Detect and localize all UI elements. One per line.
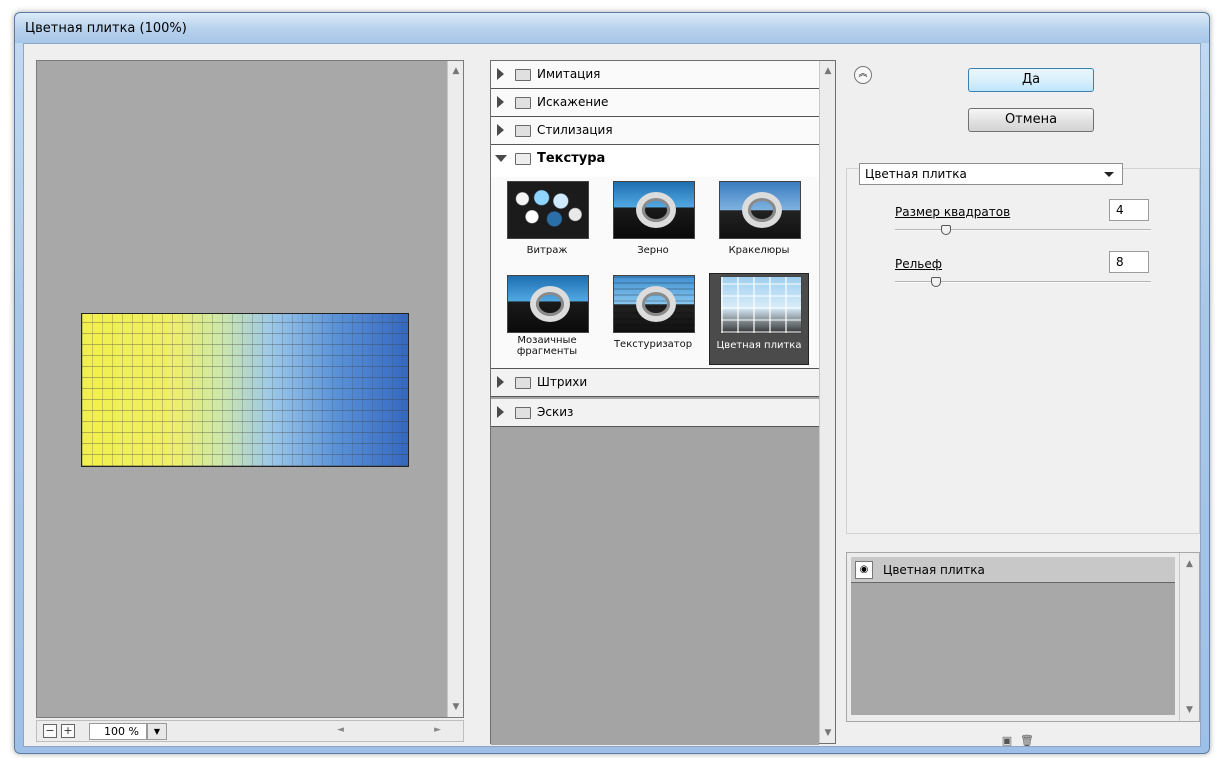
gallery-scrollbar[interactable]: ▲ ▼ (819, 61, 835, 743)
category-label: Эскиз (537, 405, 574, 419)
tile-size-label: Размер квадратов (895, 205, 1011, 219)
category-label: Штрихи (537, 375, 588, 389)
zoom-out-button[interactable]: − (43, 724, 57, 738)
relief-slider-handle[interactable] (930, 277, 941, 287)
thumb-caption: Мозаичные фрагменты (516, 335, 578, 357)
expand-arrow-icon (497, 376, 504, 388)
collapse-gallery-button[interactable]: ︽ (854, 66, 872, 84)
relief-label: Рельеф (895, 257, 943, 271)
window-title: Цветная плитка (100%) (25, 21, 187, 36)
tile-size-slider-track[interactable] (895, 229, 1151, 231)
thumb-caption: Текстуризатор (613, 339, 693, 350)
preview-vertical-scrollbar[interactable]: ▲ ▼ (447, 61, 463, 717)
thumbnail-image (719, 181, 801, 239)
filter-select-value: Цветная плитка (865, 167, 967, 181)
category-label: Текстура (537, 151, 606, 166)
expand-arrow-icon (497, 406, 504, 418)
filter-thumb-stained-glass[interactable]: Витраж (497, 179, 597, 271)
thumbnail-image (613, 181, 695, 239)
double-chevron-up-icon: ︽ (858, 69, 868, 79)
filter-select[interactable]: Цветная плитка (859, 163, 1123, 185)
dialog-window: Цветная плитка (100%) ▲ ▼ − + 100 % ▼ ◄ … (14, 12, 1210, 754)
scroll-up-icon[interactable]: ▲ (820, 63, 836, 79)
relief-input[interactable]: 8 (1109, 251, 1149, 273)
category-label: Стилизация (537, 123, 613, 137)
dialog-client: ▲ ▼ − + 100 % ▼ ◄ ► Имитация Искажение С… (23, 43, 1201, 747)
preview-image (81, 313, 409, 467)
category-label: Искажение (537, 95, 609, 109)
trash-icon[interactable]: 🗑 (1020, 734, 1034, 748)
cancel-button[interactable]: Отмена (968, 108, 1094, 132)
titlebar[interactable]: Цветная плитка (100%) (15, 13, 1209, 43)
folder-icon (515, 377, 531, 389)
category-strokes[interactable]: Штрихи (491, 369, 819, 397)
folder-icon (515, 69, 531, 81)
filter-thumb-grain[interactable]: Зерно (603, 179, 703, 271)
folder-icon (515, 125, 531, 137)
zoom-level-field[interactable]: 100 % (89, 723, 147, 740)
chevron-down-icon (1104, 172, 1114, 177)
folder-icon (515, 97, 531, 109)
ok-button[interactable]: Да (968, 68, 1094, 92)
expand-arrow-icon (497, 68, 504, 80)
thumb-caption: Цветная плитка (716, 340, 802, 351)
category-texture[interactable]: Текстура (491, 145, 819, 177)
scroll-down-icon[interactable]: ▼ (820, 725, 836, 741)
category-sketch[interactable]: Эскиз (491, 399, 819, 427)
scroll-left-icon[interactable]: ◄ (337, 725, 344, 735)
filter-thumb-craquelure[interactable]: Кракелюры (709, 179, 809, 271)
scroll-down-icon[interactable]: ▼ (448, 699, 464, 715)
texture-thumbnails: Витраж Зерно Кракелюры Мозаичные фрагмен… (491, 177, 819, 369)
thumbnail-image (507, 275, 589, 333)
thumbnail-image (720, 276, 802, 334)
thumb-caption: Зерно (637, 245, 669, 256)
thumbnail-image (613, 275, 695, 333)
thumb-caption: Кракелюры (728, 245, 790, 256)
scroll-right-icon[interactable]: ► (434, 725, 441, 735)
zoom-in-button[interactable]: + (61, 724, 75, 738)
filter-thumb-patchwork[interactable]: Цветная плитка (709, 273, 809, 365)
category-stylize[interactable]: Стилизация (491, 117, 819, 145)
effect-layer-name: Цветная плитка (883, 563, 985, 577)
tile-size-input[interactable]: 4 (1109, 199, 1149, 221)
filter-thumb-mosaic-tiles[interactable]: Мозаичные фрагменты (497, 273, 597, 365)
category-imitation[interactable]: Имитация (491, 61, 819, 89)
expand-arrow-icon (497, 124, 504, 136)
filter-thumb-texturizer[interactable]: Текстуризатор (603, 273, 703, 365)
open-folder-icon (515, 153, 531, 165)
scroll-down-icon[interactable]: ▼ (1180, 705, 1199, 715)
layers-scrollbar[interactable]: ▲ ▼ (1179, 553, 1199, 721)
layers-list: ◉ Цветная плитка (851, 557, 1175, 715)
preview-horizontal-scrollbar[interactable]: ◄ ► (333, 723, 445, 740)
zoom-bar: − + 100 % ▼ ◄ ► (36, 720, 464, 742)
filter-settings-panel: Цветная плитка Размер квадратов 4 Рельеф… (846, 163, 1200, 534)
folder-icon (515, 407, 531, 419)
effect-layers-panel: ◉ Цветная плитка ▲ ▼ (846, 552, 1200, 722)
expand-arrow-icon (497, 96, 504, 108)
tile-size-slider-handle[interactable] (941, 225, 952, 235)
scroll-up-icon[interactable]: ▲ (1180, 559, 1199, 569)
eye-icon[interactable]: ◉ (855, 561, 873, 579)
preview-pane[interactable]: ▲ ▼ (36, 60, 464, 718)
new-layer-icon[interactable]: ▣ (1000, 734, 1014, 748)
thumbnail-image (507, 181, 589, 239)
filter-gallery: Имитация Искажение Стилизация Текстура В… (490, 60, 836, 745)
collapse-arrow-icon (495, 155, 507, 162)
thumb-caption: Витраж (526, 245, 568, 256)
effect-layer-row[interactable]: ◉ Цветная плитка (851, 557, 1175, 583)
zoom-dropdown-button[interactable]: ▼ (147, 723, 167, 740)
gallery-empty-area (491, 429, 819, 745)
category-distortion[interactable]: Искажение (491, 89, 819, 117)
category-label: Имитация (537, 67, 601, 81)
scroll-up-icon[interactable]: ▲ (448, 63, 464, 79)
